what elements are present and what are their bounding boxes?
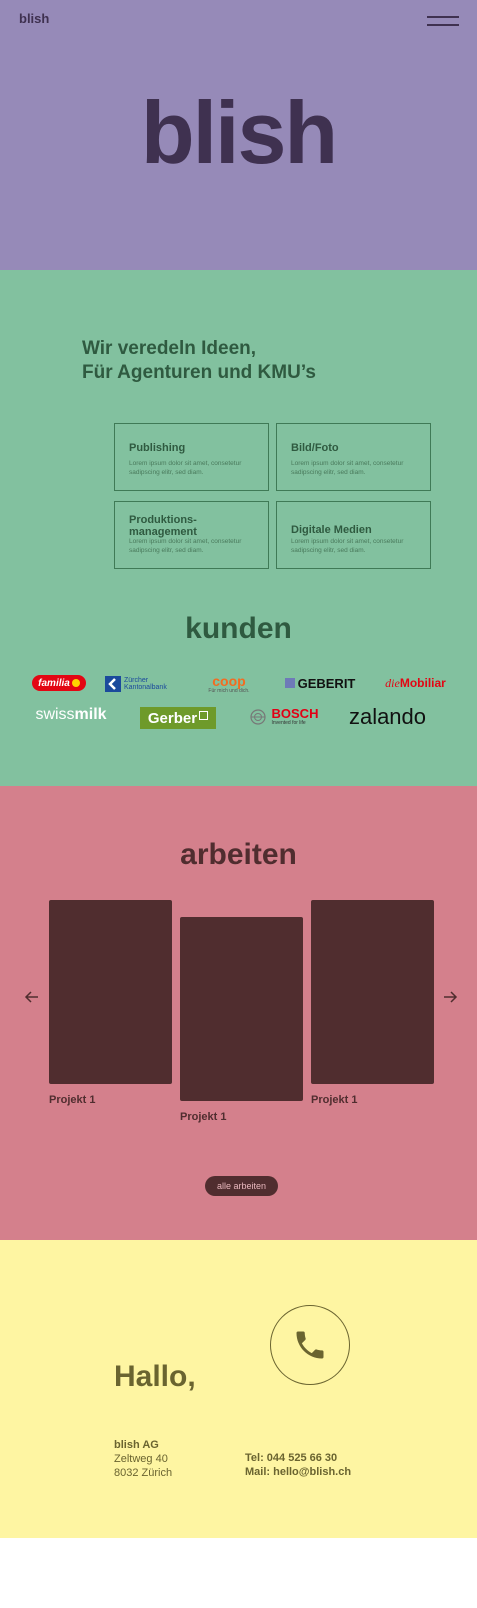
service-card-title: Digitale Medien <box>291 524 372 536</box>
swissmilk-text-b: milk <box>74 706 107 723</box>
contact-address: blish AG Zeltweg 40 8032 Zürich <box>114 1438 172 1480</box>
tagline-line-2: Für Agenturen und KMU’s <box>82 362 316 383</box>
gerber-mark-icon <box>199 710 209 720</box>
tagline: Wir veredeln Ideen, Für Agenturen und KM… <box>82 337 316 385</box>
client-logo-swissmilk: swiss milk <box>28 704 114 726</box>
client-logo-familia: familia <box>32 675 86 691</box>
call-button[interactable] <box>270 1305 350 1385</box>
service-card-desc: Lorem ipsum dolor sit amet, consetetur s… <box>129 460 242 476</box>
mobiliar-die: die <box>385 675 400 690</box>
client-logo-bosch: BOSCH Invented for life <box>248 704 320 730</box>
street: Zeltweg 40 <box>114 1453 168 1465</box>
service-card-digitale-medien[interactable]: Digitale Medien Lorem ipsum dolor sit am… <box>276 501 431 569</box>
service-card-desc: Lorem ipsum dolor sit amet, consetetur s… <box>129 538 242 554</box>
bosch-text: BOSCH <box>271 706 319 721</box>
familia-text: familia <box>38 677 70 689</box>
works-heading: arbeiten <box>180 838 297 871</box>
client-logo-zkb: Zürcher Kantonalbank <box>105 675 177 693</box>
phone-link[interactable]: Tel: 044 525 66 30 <box>245 1451 351 1465</box>
hero-logo: blish <box>140 83 338 182</box>
city: 8032 Zürich <box>114 1467 173 1479</box>
bosch-text-group: BOSCH Invented for life <box>272 707 319 727</box>
header-logo[interactable]: blish <box>19 11 49 26</box>
project-label-1[interactable]: Projekt 1 <box>49 1094 95 1106</box>
service-card-desc: Lorem ipsum dolor sit amet, consetetur s… <box>291 538 404 554</box>
contact-greeting: Hallo, <box>114 1360 196 1393</box>
coop-slogan: Für mich und dich. <box>208 687 250 694</box>
hero-section: blish blish <box>0 0 477 270</box>
gerber-text: Gerber <box>147 709 198 727</box>
service-card-publishing[interactable]: Publishing Lorem ipsum dolor sit amet, c… <box>114 423 269 491</box>
client-logo-zalando: zalando <box>340 703 435 731</box>
service-card-title: Publishing <box>129 442 186 454</box>
service-card-title-line-1: Produktions- <box>129 514 197 526</box>
contact-section: Hallo, blish AG Zeltweg 40 8032 Zürich T… <box>0 1240 477 1538</box>
service-card-produktionsmanagement[interactable]: Produktions- management Lorem ipsum dolo… <box>114 501 269 569</box>
hamburger-menu-icon[interactable] <box>427 14 459 30</box>
service-card-bild-foto[interactable]: Bild/Foto Lorem ipsum dolor sit amet, co… <box>276 423 431 491</box>
bosch-armature-icon <box>249 709 266 725</box>
project-label-3[interactable]: Projekt 1 <box>311 1094 357 1106</box>
company-name: blish AG <box>114 1439 159 1451</box>
tagline-line-1: Wir veredeln Ideen, <box>82 338 257 359</box>
project-label-2[interactable]: Projekt 1 <box>180 1111 226 1123</box>
project-card-2[interactable] <box>180 917 303 1101</box>
swissmilk-text-a: swiss <box>35 706 75 723</box>
phone-icon <box>296 1331 324 1359</box>
zkb-shield-icon <box>105 676 121 692</box>
email-link[interactable]: Mail: hello@blish.ch <box>245 1465 351 1479</box>
arrow-left-icon[interactable] <box>23 988 41 1006</box>
project-card-1[interactable] <box>49 900 172 1084</box>
coop-text: coop <box>212 672 246 689</box>
geberit-square-icon <box>284 678 295 688</box>
zkb-line-1: Zürcher <box>124 677 149 684</box>
zkb-text: Zürcher Kantonalbank <box>124 677 167 691</box>
service-card-desc: Lorem ipsum dolor sit amet, consetetur s… <box>291 460 404 476</box>
clients-heading: kunden <box>185 612 292 645</box>
zalando-text: zalando <box>348 704 427 729</box>
familia-dot-icon <box>71 679 80 687</box>
client-logo-mobiliar: die Mobiliar <box>378 675 453 691</box>
contact-details: Tel: 044 525 66 30 Mail: hello@blish.ch <box>245 1451 351 1479</box>
arrow-right-icon[interactable] <box>441 988 459 1006</box>
works-section: arbeiten Projekt 1 Projekt 1 Projekt 1 a… <box>0 786 477 1240</box>
service-card-title: Produktions- management <box>129 514 197 538</box>
services-section: Wir veredeln Ideen, Für Agenturen und KM… <box>0 270 477 786</box>
zkb-line-2: Kantonalbank <box>124 684 167 691</box>
all-works-button[interactable]: alle arbeiten <box>205 1176 278 1196</box>
mobiliar-text: Mobiliar <box>399 676 446 690</box>
project-card-3[interactable] <box>311 900 434 1084</box>
service-card-title: Bild/Foto <box>291 442 339 454</box>
bosch-slogan: Invented for life <box>271 720 306 726</box>
client-logo-gerber: Gerber <box>140 707 216 729</box>
client-logo-coop: coop Für mich und dich. <box>198 672 260 696</box>
geberit-text: GEBERIT <box>297 675 356 691</box>
client-logo-geberit: GEBERIT <box>280 675 360 691</box>
